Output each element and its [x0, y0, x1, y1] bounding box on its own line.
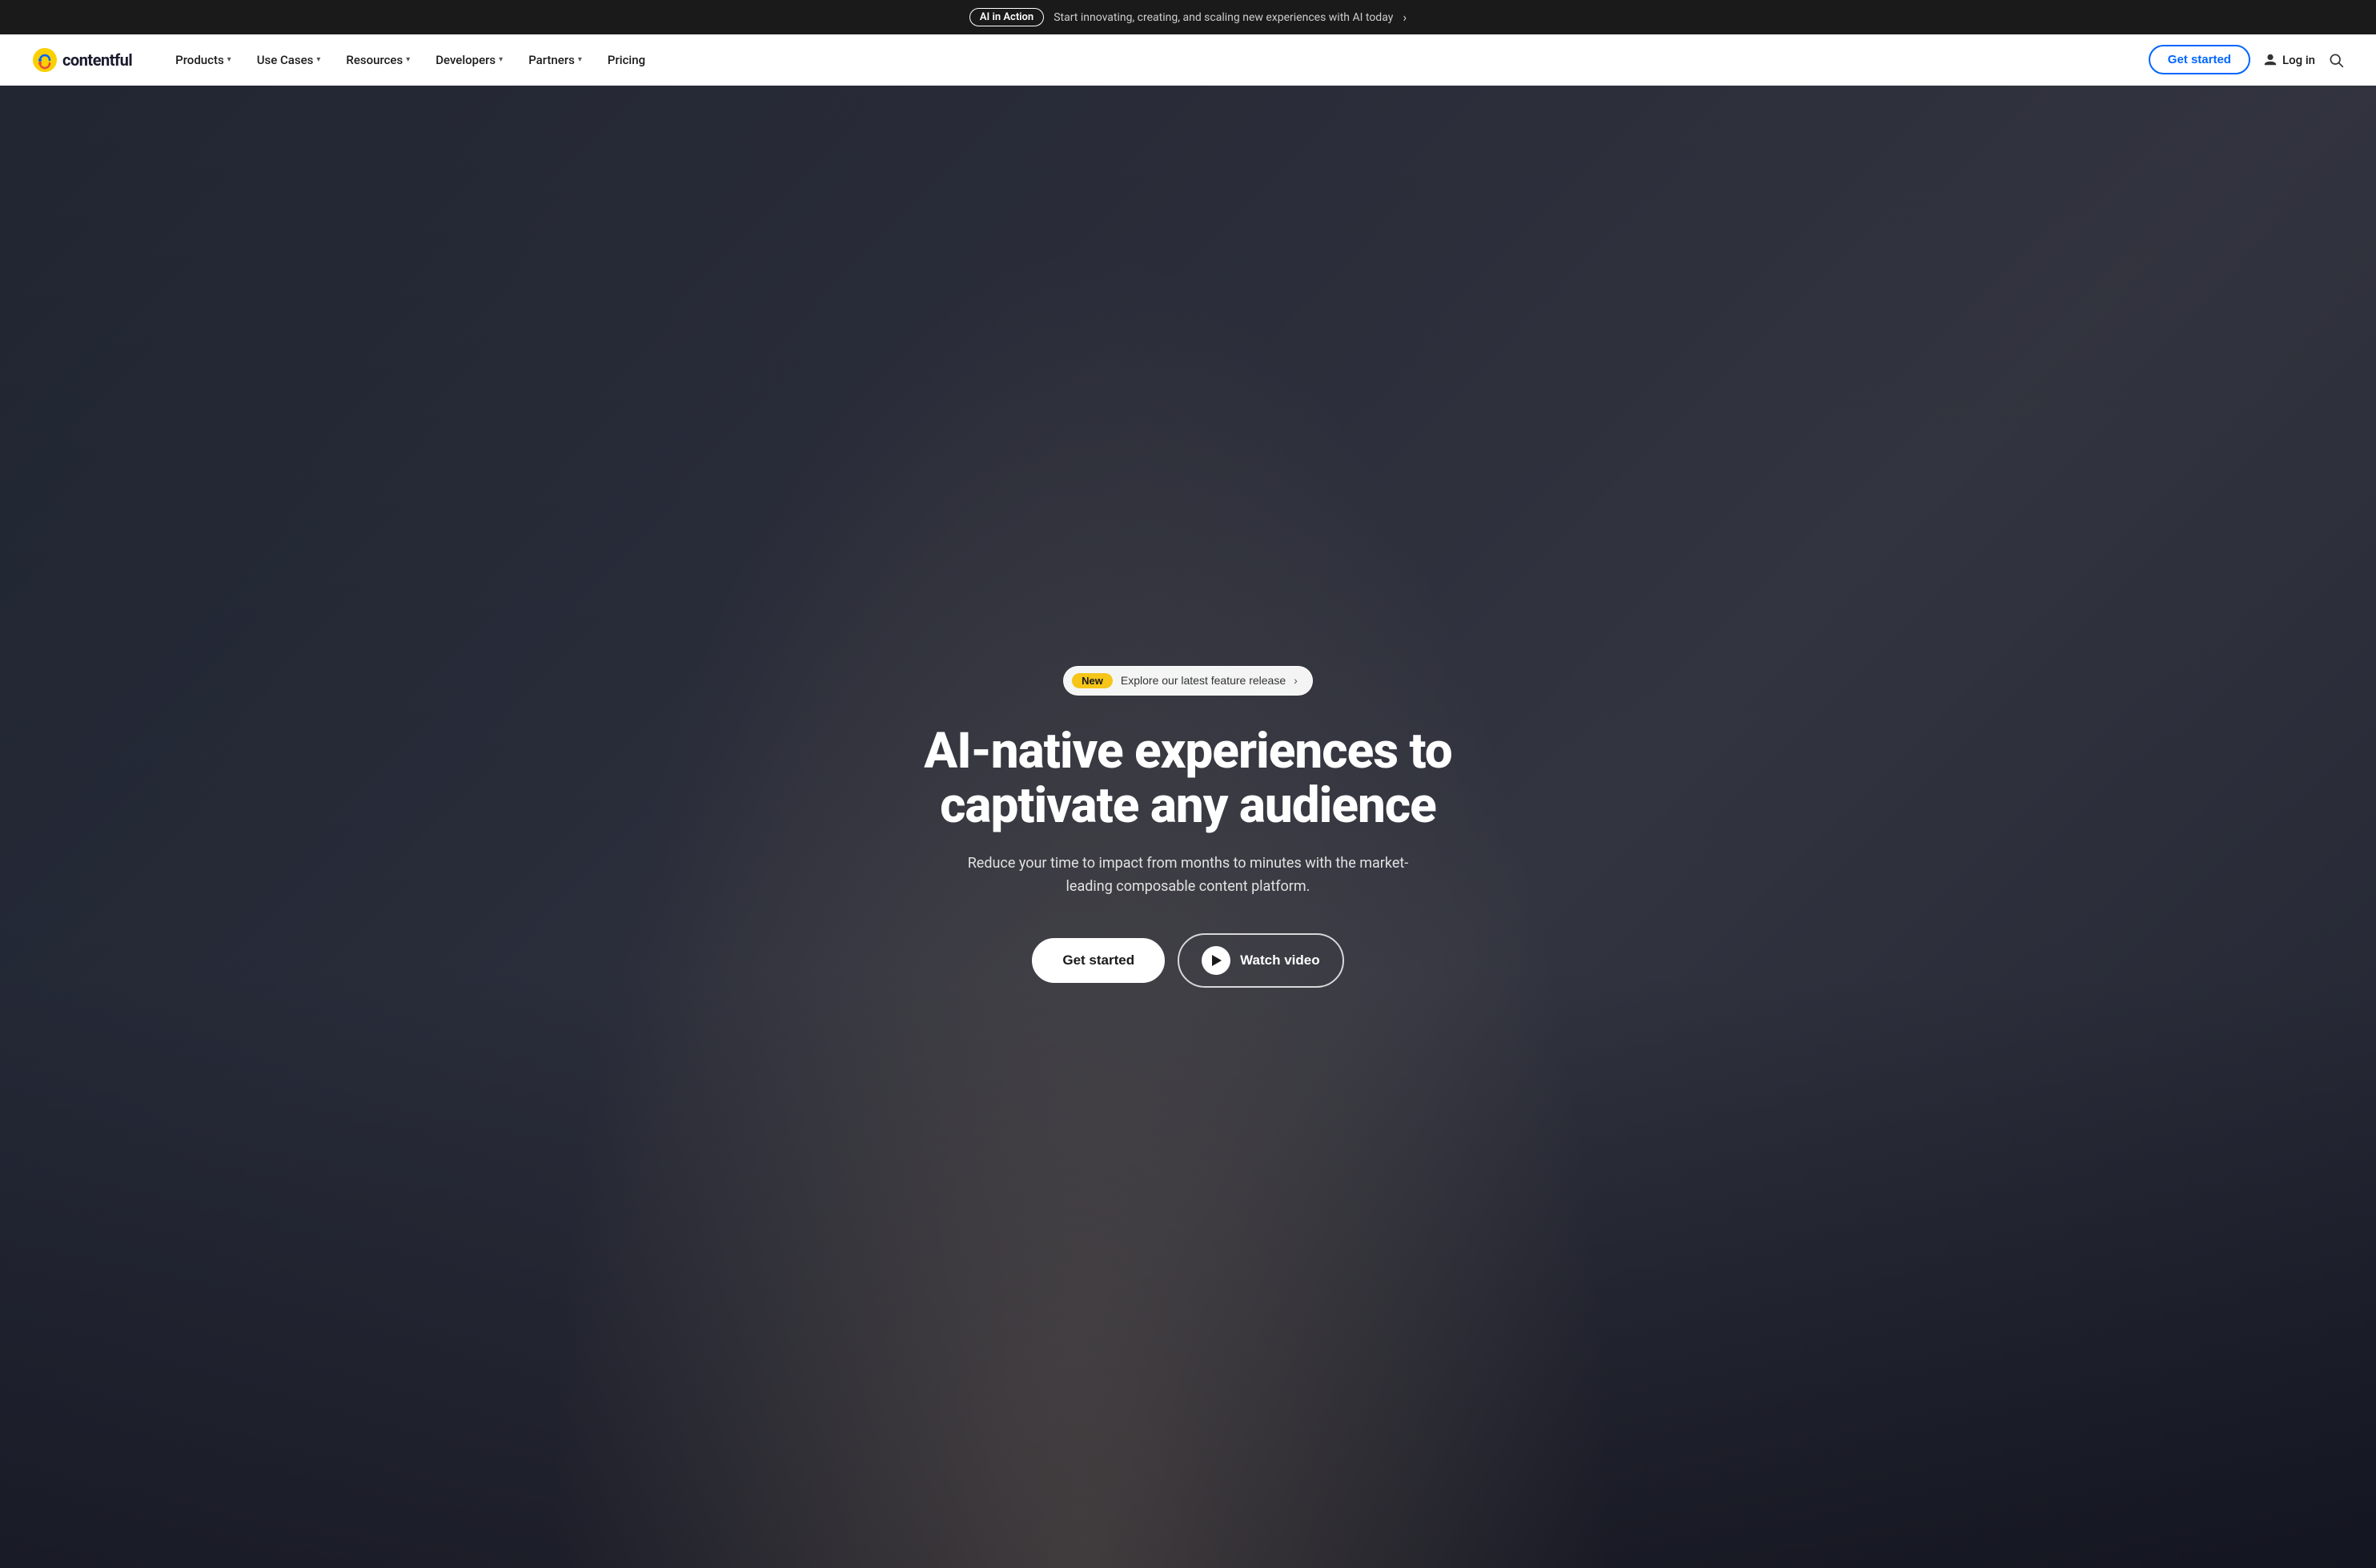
ai-in-action-badge[interactable]: AI in Action — [969, 8, 1044, 26]
play-icon — [1202, 946, 1230, 975]
get-started-nav-button[interactable]: Get started — [2149, 45, 2250, 74]
search-icon — [2328, 52, 2344, 68]
hero-content: New Explore our latest feature release ›… — [908, 666, 1467, 989]
nav-item-resources[interactable]: Resources ▾ — [335, 46, 421, 74]
feature-badge-text: Explore our latest feature release — [1121, 674, 1286, 687]
hero-watch-video-button[interactable]: Watch video — [1178, 933, 1344, 988]
nav-item-partners[interactable]: Partners ▾ — [517, 46, 593, 74]
nav-item-developers[interactable]: Developers ▾ — [424, 46, 514, 74]
top-banner: AI in Action Start innovating, creating,… — [0, 0, 2376, 34]
nav-links: Products ▾ Use Cases ▾ Resources ▾ Devel… — [164, 46, 2149, 74]
chevron-down-icon: ▾ — [406, 55, 410, 64]
chevron-down-icon: ▾ — [499, 55, 503, 64]
play-triangle — [1212, 955, 1222, 966]
hero-subtitle: Reduce your time to impact from months t… — [956, 852, 1420, 899]
nav-item-use-cases[interactable]: Use Cases ▾ — [246, 46, 332, 74]
login-icon — [2263, 53, 2278, 67]
new-feature-badge[interactable]: New Explore our latest feature release › — [1063, 666, 1313, 696]
logo-icon — [32, 47, 58, 73]
logo-text: contentful — [62, 50, 132, 70]
nav-item-products[interactable]: Products ▾ — [164, 46, 243, 74]
banner-arrow: › — [1403, 10, 1407, 25]
hero-get-started-button[interactable]: Get started — [1032, 938, 1165, 983]
banner-text: Start innovating, creating, and scaling … — [1054, 11, 1393, 24]
hero-title: AI-native experiences to captivate any a… — [924, 724, 1451, 833]
search-button[interactable] — [2328, 52, 2344, 68]
feature-badge-arrow: › — [1294, 674, 1298, 687]
chevron-down-icon: ▾ — [316, 55, 320, 64]
login-link[interactable]: Log in — [2263, 53, 2315, 67]
hero-buttons: Get started Watch video — [1032, 933, 1343, 988]
chevron-down-icon: ▾ — [227, 55, 231, 64]
nav-actions: Get started Log in — [2149, 45, 2344, 74]
new-label: New — [1072, 673, 1113, 688]
nav-item-pricing[interactable]: Pricing — [596, 46, 656, 74]
navbar: contentful Products ▾ Use Cases ▾ Resour… — [0, 34, 2376, 86]
chevron-down-icon: ▾ — [578, 55, 582, 64]
hero-section: New Explore our latest feature release ›… — [0, 86, 2376, 1568]
logo-link[interactable]: contentful — [32, 47, 132, 73]
